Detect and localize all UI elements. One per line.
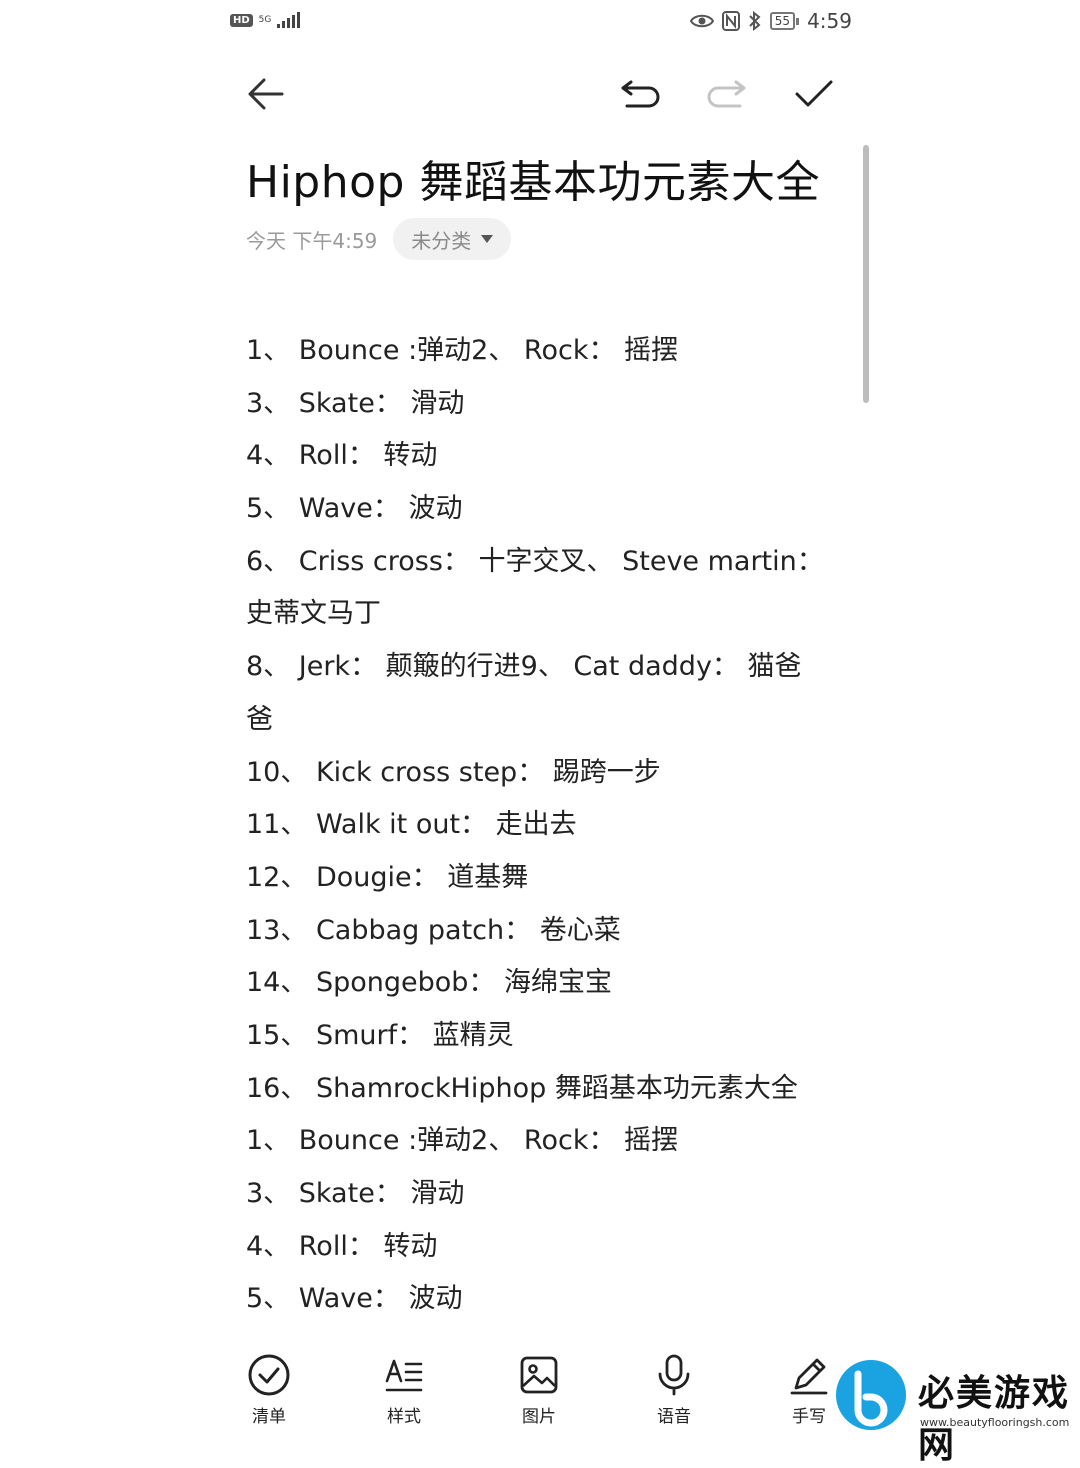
body-line: 6、 Criss cross： 十字交叉、 Steve martin： [246,545,824,577]
body-line: 5、 Wave： 波动 [246,493,463,525]
body-line: 1、 Bounce :弹动2、 Rock： 摇摆 [246,1125,679,1157]
checklist-label: 清单 [252,1407,286,1427]
signal-icon [277,12,301,28]
body-line: 10、 Kick cross step： 踢跨一步 [246,756,661,788]
network-label: 5G [258,14,272,25]
watermark-logo-icon [836,1360,906,1430]
body-line: 3、 Skate： 滑动 [246,387,465,419]
body-line: 12、 Dougie： 道基舞 [246,861,529,893]
body-line: 5、 Wave： 波动 [246,1283,463,1315]
body-line: 3、 Skate： 滑动 [246,1178,465,1209]
bluetooth-icon [749,11,761,31]
redo-icon [707,80,746,108]
body-line: 1、 Bounce :弹动2、 Rock： 摇摆 [246,335,679,366]
nfc-icon [721,11,740,31]
caret-down-icon [481,235,494,243]
note-meta: 今天 下午4:59 未分类 [246,218,512,260]
watermark-url: www.beautyflooringsh.com [920,1416,1070,1429]
body-line: 14、 Spongebob： 海绵宝宝 [246,967,612,999]
note-timestamp: 今天 下午4:59 [246,228,378,253]
arrow-left-icon [248,78,284,110]
style-button[interactable]: 样式 [354,1350,454,1427]
pen-icon [790,1358,828,1395]
category-label: 未分类 [411,228,472,253]
image-icon [520,1356,558,1394]
body-line: 4、 Roll： 转动 [246,1230,438,1262]
body-line: 4、 Roll： 转动 [246,440,438,472]
microphone-icon [658,1354,690,1396]
category-dropdown[interactable]: 未分类 [393,218,512,260]
body-line: 8、 Jerk： 颠簸的行进9、 Cat daddy： 猫爸 [246,651,802,683]
voice-button[interactable]: 语音 [624,1350,724,1427]
voice-label: 语音 [657,1407,691,1427]
battery-level: 55 [769,12,796,30]
text-style-icon [385,1359,423,1392]
editor-toolbar [0,64,1080,124]
note-title[interactable]: Hiphop 舞蹈基本功元素大全 [246,146,820,210]
site-watermark: 必美游戏网 www.beautyflooringsh.com [832,1356,1077,1466]
undo-button[interactable] [610,64,670,124]
handwrite-label: 手写 [792,1407,826,1427]
eye-icon [689,14,714,28]
checklist-button[interactable]: 清单 [219,1350,319,1427]
style-label: 样式 [387,1407,421,1427]
checklist-icon [248,1354,290,1396]
image-button[interactable]: 图片 [489,1350,589,1427]
body-line: 16、 ShamrockHiphop 舞蹈基本功元素大全 [246,1072,798,1104]
hd-badge: HD [230,13,253,27]
battery-icon: 55 [769,12,800,30]
status-left: HD 5G [230,12,301,28]
undo-icon [621,80,660,108]
checkmark-icon [795,80,833,107]
body-line: 11、 Walk it out： 走出去 [246,809,577,841]
status-bar: HD 5G 55 4:59 [0,0,1080,44]
body-line: 爸 [246,703,273,735]
redo-button[interactable] [697,64,757,124]
image-label: 图片 [522,1407,556,1427]
status-time: 4:59 [807,9,852,33]
body-line: 13、 Cabbag patch： 卷心菜 [246,914,621,946]
body-line: 15、 Smurf： 蓝精灵 [246,1019,514,1051]
body-line: 史蒂文马丁 [246,598,381,630]
done-button[interactable] [784,64,844,124]
status-right: 55 4:59 [689,9,852,33]
scrollbar[interactable] [863,145,869,403]
note-body[interactable]: 1、 Bounce :弹动2、 Rock： 摇摆 3、 Skate： 滑动 4、… [246,325,836,1326]
back-button[interactable] [236,64,296,124]
